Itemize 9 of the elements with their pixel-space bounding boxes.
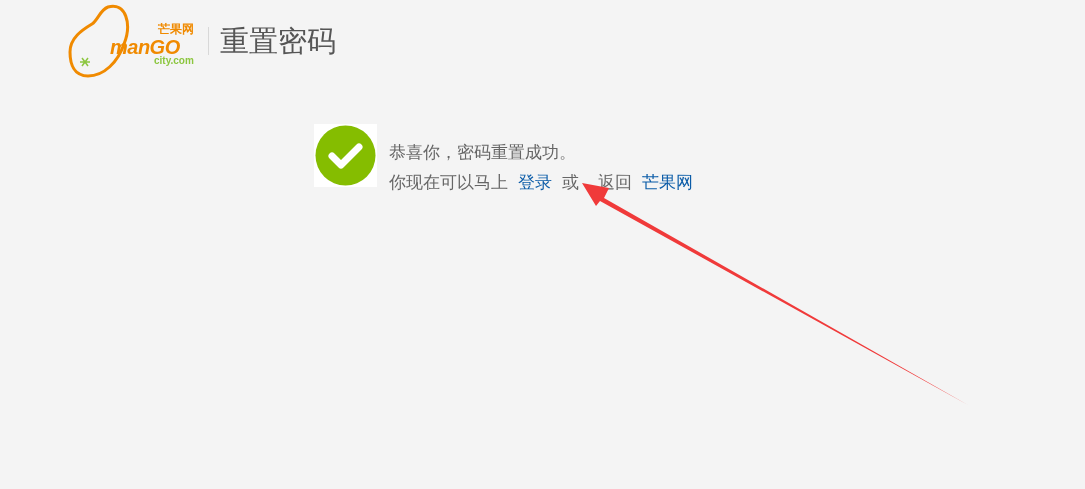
page-title: 重置密码: [220, 26, 336, 56]
success-check-icon: [314, 124, 377, 187]
success-message: 恭喜你，密码重置成功。: [389, 142, 576, 164]
home-link[interactable]: 芒果网: [642, 168, 693, 198]
logo-chinese-text: 芒果网: [158, 23, 194, 35]
logo-domain-text: city.com: [154, 56, 194, 66]
instruction-text: 你现在可以马上: [389, 172, 508, 194]
instruction-text: 或: [562, 172, 579, 194]
login-link[interactable]: 登录: [518, 168, 552, 198]
